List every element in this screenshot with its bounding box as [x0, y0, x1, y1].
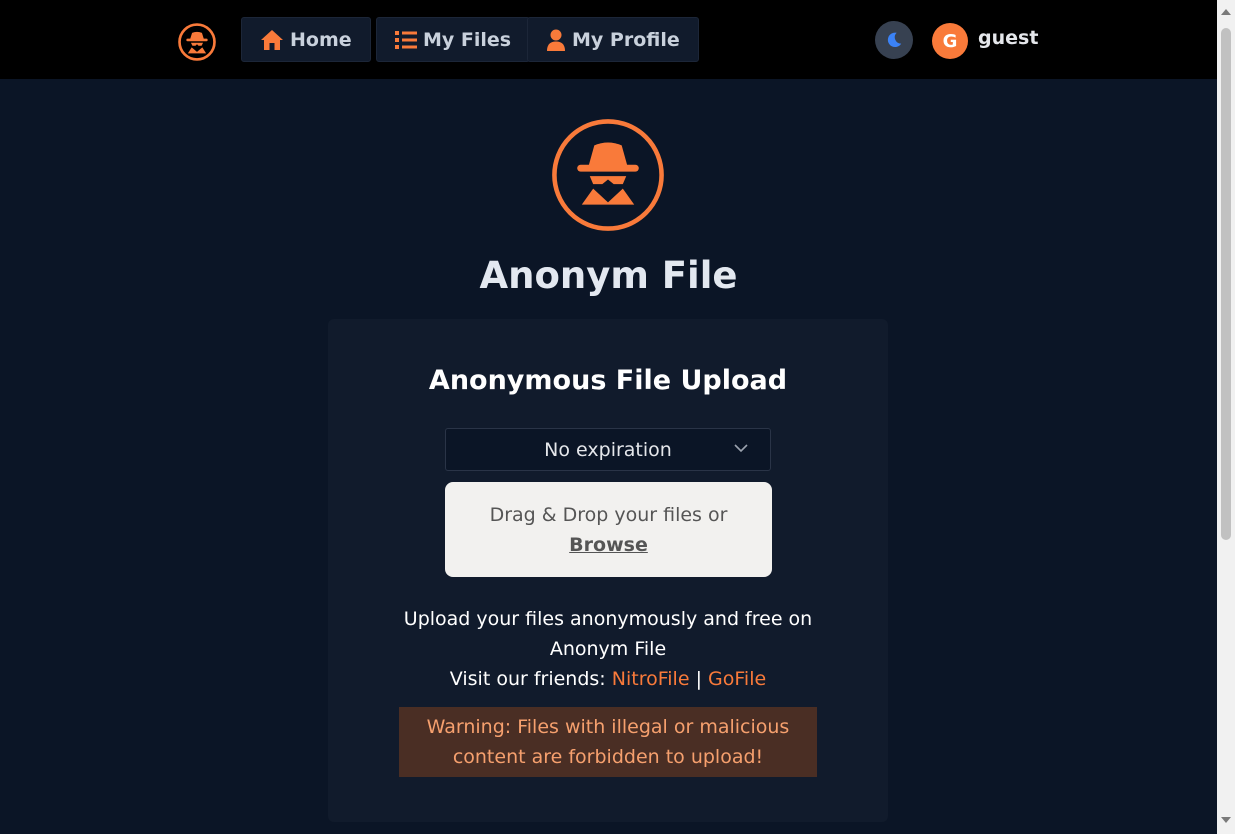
- scroll-down-arrow[interactable]: [1221, 817, 1231, 823]
- nav-my-files-button[interactable]: My Files: [376, 17, 531, 62]
- moon-icon: [887, 32, 902, 48]
- friend-link-nitrofile[interactable]: NitroFile: [612, 668, 690, 690]
- spy-icon: [552, 119, 664, 231]
- top-navbar: Home My Files My Profile G guest: [0, 0, 1217, 79]
- avatar[interactable]: G: [932, 23, 968, 59]
- expiration-value: No expiration: [544, 438, 672, 461]
- scroll-up-arrow[interactable]: [1221, 9, 1231, 15]
- nav-home-label: Home: [290, 28, 352, 51]
- dropzone-text: Drag & Drop your files or: [489, 503, 728, 526]
- warning-banner: Warning: Files with illegal or malicious…: [399, 707, 817, 777]
- username[interactable]: guest: [978, 27, 1038, 49]
- upload-card: Anonymous File Upload No expiration Drag…: [328, 319, 888, 822]
- spy-icon[interactable]: [178, 23, 216, 61]
- user-icon: [547, 29, 565, 51]
- scroll-thumb[interactable]: [1221, 28, 1231, 540]
- theme-toggle-button[interactable]: [875, 21, 913, 59]
- nav-my-profile-button[interactable]: My Profile: [527, 17, 699, 62]
- list-icon: [395, 30, 417, 49]
- info-description: Upload your files anonymously and free o…: [403, 608, 813, 660]
- page-scrollbar[interactable]: [1217, 0, 1235, 834]
- nav-home-button[interactable]: Home: [241, 17, 371, 62]
- nav-my-profile-label: My Profile: [572, 28, 680, 51]
- nav-my-files-label: My Files: [423, 28, 512, 51]
- friends-separator: |: [695, 668, 702, 690]
- info-text: Upload your files anonymously and free o…: [388, 604, 828, 694]
- browse-link[interactable]: Browse: [569, 530, 648, 560]
- avatar-initial: G: [942, 30, 958, 52]
- site-title: Anonym File: [479, 254, 738, 297]
- chevron-down-icon: [734, 444, 748, 453]
- friends-prefix: Visit our friends:: [449, 668, 606, 690]
- friends-line: Visit our friends: NitroFile | GoFile: [388, 664, 828, 694]
- home-icon: [261, 29, 283, 50]
- upload-title: Anonymous File Upload: [428, 365, 788, 396]
- friend-link-gofile[interactable]: GoFile: [708, 668, 766, 690]
- expiration-select[interactable]: No expiration: [445, 428, 771, 471]
- file-dropzone[interactable]: Drag & Drop your files or Browse: [445, 482, 772, 577]
